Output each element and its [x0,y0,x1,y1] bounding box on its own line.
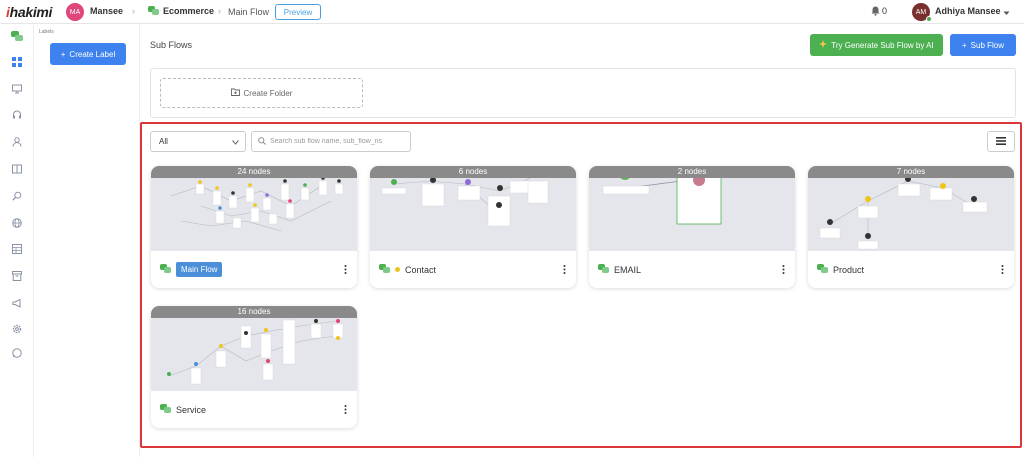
table-icon[interactable] [11,243,23,255]
caret-down-icon[interactable] [1003,8,1010,18]
whatsapp-icon[interactable] [11,347,23,359]
chat-bubbles-icon [598,263,609,276]
chat-bubbles-icon [160,403,171,416]
flow-thumbnail[interactable]: 6 nodes [370,166,576,251]
subflow-card[interactable]: 7 nodes Product [808,166,1014,288]
search-icon[interactable] [11,190,23,202]
bell-icon[interactable] [871,6,880,18]
search-box [251,131,411,152]
node-count: 7 nodes [808,166,1014,178]
kebab-menu-icon[interactable] [344,265,347,276]
kebab-menu-icon[interactable] [782,265,785,276]
contacts-icon[interactable] [11,136,23,148]
subflow-card[interactable]: 16 nodes Service [151,306,357,428]
subflow-card[interactable]: 24 nodes Main Flow [151,166,357,288]
kebab-menu-icon[interactable] [344,405,347,416]
list-icon [996,136,1006,147]
labels-title: Labels [39,29,54,35]
plus-icon: + [961,40,967,50]
kebab-menu-icon[interactable] [1001,265,1004,276]
card-name[interactable]: Service [176,405,206,415]
chevron-right-icon: › [132,6,135,16]
node-count: 6 nodes [370,166,576,178]
user-name[interactable]: Adhiya Mansee [935,6,1001,16]
filter-select[interactable]: All [150,131,246,152]
subflow-card[interactable]: 6 nodes Contact [370,166,576,288]
card-name[interactable]: Product [833,265,864,275]
create-label-button[interactable]: + Create Label [50,43,126,65]
archive-icon[interactable] [11,270,23,282]
chevron-right-icon: › [218,6,221,16]
flow-thumbnail[interactable]: 7 nodes [808,166,1014,251]
folder-panel: Create Folder [150,68,1016,118]
card-name[interactable]: Main Flow [176,262,223,277]
app-logo[interactable]: ihakimi [6,4,52,20]
globe-icon[interactable] [11,217,23,229]
create-folder-button[interactable]: Create Folder [160,78,363,108]
plus-icon: + [60,49,66,59]
breadcrumb-current: Main Flow [228,7,270,17]
inbox-icon[interactable] [11,83,23,95]
flow-thumbnail[interactable]: 24 nodes [151,166,357,251]
card-footer: Service [151,391,357,428]
create-label-text: Create Label [69,49,116,59]
logo-text: hakimi [9,4,53,20]
search-input[interactable] [270,138,406,145]
flow-thumbnail[interactable]: 16 nodes [151,306,357,391]
generate-ai-subflow-button[interactable]: Try Generate Sub Flow by AI [810,34,943,56]
bot-name[interactable]: Mansee [90,6,123,16]
chevron-down-icon [232,138,239,147]
list-view-button[interactable] [987,131,1015,152]
chat-bubbles-icon [148,6,159,18]
page-title: Sub Flows [150,40,193,50]
filter-select-value: All [159,137,168,146]
flow-name[interactable]: Ecommerce [163,6,214,16]
add-subflow-button[interactable]: + Sub Flow [950,34,1016,56]
search-icon [258,136,266,147]
notification-count: 0 [882,6,888,16]
chat-bubbles-icon [379,263,390,276]
status-dot [395,267,400,272]
node-count: 16 nodes [151,306,357,318]
subflow-card[interactable]: 2 nodes EMAIL [589,166,795,288]
node-count: 2 nodes [589,166,795,178]
sparkle-icon [819,40,828,50]
kebab-menu-icon[interactable] [563,265,566,276]
megaphone-icon[interactable] [11,297,23,309]
online-status-dot [926,16,932,22]
card-footer: Contact [370,251,576,288]
folder-plus-icon [230,88,240,98]
chat-bubbles-icon [817,263,828,276]
card-name[interactable]: Contact [405,265,436,275]
create-folder-text: Create Folder [243,88,293,98]
top-bar: ihakimi MA Mansee › Ecommerce › Main Flo… [0,0,1024,24]
add-subflow-text: Sub Flow [970,40,1005,50]
chat-bubbles-icon [160,263,171,276]
card-footer: Product [808,251,1014,288]
preview-button[interactable]: Preview [275,4,321,20]
generate-ai-subflow-text: Try Generate Sub Flow by AI [831,40,934,50]
labels-panel: Labels + Create Label [34,24,140,457]
dashboard-icon[interactable] [11,56,23,68]
card-footer: Main Flow [151,251,357,288]
bot-avatar[interactable]: MA [66,3,84,21]
settings-icon[interactable] [11,323,23,335]
card-footer: EMAIL [589,251,795,288]
flow-thumbnail[interactable]: 2 nodes [589,166,795,251]
headset-icon[interactable] [11,109,23,121]
node-count: 24 nodes [151,166,357,178]
icon-rail [0,24,34,457]
card-name[interactable]: EMAIL [614,265,641,275]
book-icon[interactable] [11,163,23,175]
chat-bubbles-icon[interactable] [11,30,23,42]
